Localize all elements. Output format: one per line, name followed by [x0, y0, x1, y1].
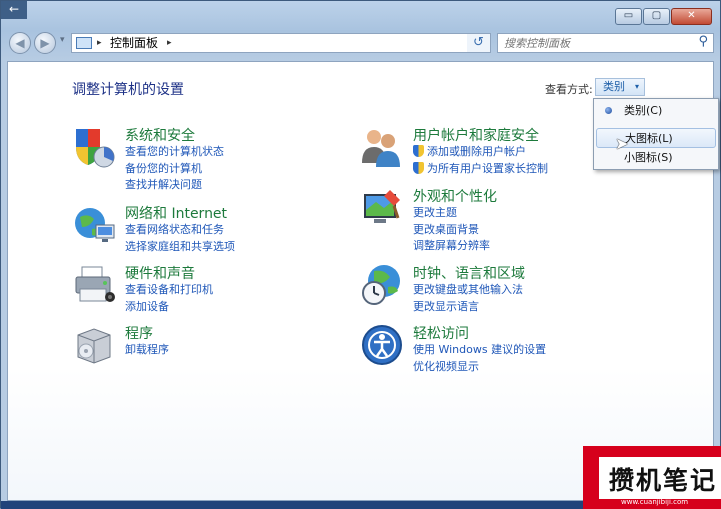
link-parental-controls[interactable]: 为所有用户设置家长控制	[413, 161, 548, 178]
category-title[interactable]: 程序	[125, 323, 153, 343]
users-icon	[362, 130, 400, 167]
watermark-box: 攒机笔记	[599, 457, 721, 499]
breadcrumb-separator[interactable]: ▸	[97, 34, 102, 52]
uac-shield-icon	[413, 161, 424, 174]
link-optimize-video[interactable]: 优化视频显示	[413, 359, 546, 376]
view-by-menu: 类别(C) 大图标(L) 小图标(S)	[593, 98, 719, 170]
printer-icon	[75, 266, 115, 302]
category-title[interactable]: 轻松访问	[413, 323, 469, 343]
link-add-remove-users[interactable]: 添加或删除用户帐户	[413, 144, 548, 161]
monitor-paint-icon	[364, 190, 400, 223]
link-network-status[interactable]: 查看网络状态和任务	[125, 222, 235, 239]
radio-selected-icon	[605, 107, 612, 114]
watermark-url: www.cuanjibiji.com	[621, 498, 689, 506]
forward-button[interactable]: ▶	[34, 32, 56, 54]
search-icon[interactable]: ⚲	[698, 34, 708, 49]
programs-box-icon	[77, 328, 111, 364]
maximize-button[interactable]: ▢	[643, 8, 670, 25]
close-button[interactable]: ✕	[671, 8, 712, 25]
menu-item-small-icons[interactable]: 小图标(S)	[596, 148, 716, 168]
search-input[interactable]	[498, 34, 689, 52]
breadcrumb-separator[interactable]: ▸	[167, 34, 172, 52]
watermark-text: 攒机笔记	[609, 466, 718, 495]
category-title[interactable]: 硬件和声音	[125, 263, 195, 283]
link-devices-printers[interactable]: 查看设备和打印机	[125, 282, 213, 299]
link-change-input-method[interactable]: 更改键盘或其他输入法	[413, 282, 523, 299]
link-uninstall-program[interactable]: 卸载程序	[125, 342, 169, 359]
category-title[interactable]: 外观和个性化	[413, 186, 497, 206]
menu-item-large-icons[interactable]: 大图标(L)	[596, 128, 716, 148]
link-view-computer-status[interactable]: 查看您的计算机状态	[125, 144, 224, 161]
link-troubleshoot[interactable]: 查找并解决问题	[125, 177, 224, 194]
link-change-theme[interactable]: 更改主题	[413, 205, 490, 222]
page-title: 调整计算机的设置	[72, 82, 184, 98]
link-change-display-language[interactable]: 更改显示语言	[413, 299, 523, 316]
breadcrumb-control-panel[interactable]: 控制面板	[110, 34, 158, 52]
address-bar[interactable]: ▸ 控制面板 ▸ ▾	[71, 33, 491, 53]
navigation-bar: ◀ ▶ ▾ ▸ 控制面板 ▸ ▾ ↺ ⚲	[9, 31, 714, 55]
link-recommended-settings[interactable]: 使用 Windows 建议的设置	[413, 342, 546, 359]
category-title[interactable]: 用户帐户和家庭安全	[413, 125, 539, 145]
network-globe-icon	[75, 208, 115, 242]
back-arrow-icon[interactable]: ←	[1, 1, 27, 19]
view-by-label: 查看方式:	[545, 83, 593, 96]
category-title[interactable]: 系统和安全	[125, 125, 195, 145]
search-box[interactable]: ⚲	[497, 33, 714, 53]
view-by-value: 类别	[603, 80, 625, 93]
link-change-background[interactable]: 更改桌面背景	[413, 222, 490, 239]
category-title[interactable]: 时钟、语言和区域	[413, 263, 525, 283]
refresh-button[interactable]: ↺	[467, 33, 491, 53]
minimize-button[interactable]: ▭	[615, 8, 642, 25]
globe-clock-icon	[362, 265, 400, 305]
uac-shield-icon	[413, 145, 424, 157]
control-panel-window: ← ▭ ▢ ✕ ◀ ▶ ▾ ▸ 控制面板 ▸ ▾ ↺ ⚲ 调整计算机的设置 查看…	[0, 0, 721, 509]
recent-pages-dropdown[interactable]: ▾	[60, 35, 65, 45]
link-homegroup-sharing[interactable]: 选择家庭组和共享选项	[125, 239, 235, 256]
view-by-dropdown[interactable]: 类别 ▾	[595, 78, 645, 96]
ease-of-access-icon	[362, 325, 402, 365]
link-screen-resolution[interactable]: 调整屏幕分辨率	[413, 238, 490, 255]
back-button[interactable]: ◀	[9, 32, 31, 54]
control-panel-icon	[76, 37, 92, 49]
category-title[interactable]: 网络和 Internet	[125, 203, 227, 223]
link-backup-computer[interactable]: 备份您的计算机	[125, 161, 224, 178]
menu-item-category[interactable]: 类别(C)	[596, 101, 716, 121]
chevron-down-icon: ▾	[634, 82, 639, 91]
mouse-cursor-icon: ➤	[615, 134, 629, 153]
caption-buttons: ▭ ▢ ✕	[615, 8, 712, 25]
link-add-device[interactable]: 添加设备	[125, 299, 213, 316]
shield-icon	[76, 129, 115, 168]
